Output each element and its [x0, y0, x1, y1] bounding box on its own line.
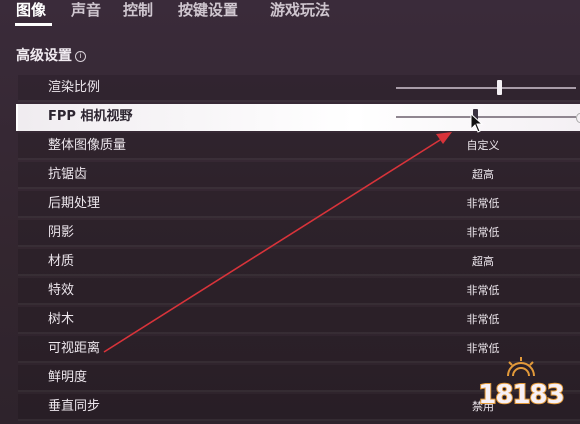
watermark-text: 18183 — [477, 379, 565, 411]
fpp-fov-slider-track[interactable] — [396, 116, 576, 118]
tab-keybinds[interactable]: 按键设置 — [178, 0, 238, 20]
tab-sound[interactable]: 声音 — [71, 0, 101, 20]
active-tab-indicator — [15, 23, 52, 26]
sun-logo-icon — [507, 357, 535, 377]
setting-label: 渲染比例 — [48, 80, 101, 95]
setting-row-textures[interactable]: 材质 超高 — [18, 249, 580, 276]
tab-graphics[interactable]: 图像 — [16, 0, 46, 20]
setting-label: 后期处理 — [48, 196, 101, 211]
setting-row-fpp-fov[interactable]: FPP 相机视野 — [16, 104, 580, 131]
tab-control[interactable]: 控制 — [123, 0, 153, 20]
setting-label: 抗锯齿 — [48, 167, 88, 182]
setting-value[interactable]: 非常低 — [448, 307, 518, 332]
setting-label: 阴影 — [48, 225, 75, 240]
slider-end-marker — [576, 113, 580, 123]
info-circle-icon[interactable]: i — [75, 51, 86, 62]
render-scale-slider-track[interactable] — [396, 87, 576, 89]
setting-value[interactable]: 自定义 — [448, 133, 518, 158]
setting-row-effects[interactable]: 特效 非常低 — [18, 278, 580, 305]
mouse-cursor-icon — [470, 113, 484, 133]
setting-label: 整体图像质量 — [48, 138, 127, 153]
section-title-text: 高级设置 — [16, 48, 72, 64]
tab-gameplay[interactable]: 游戏玩法 — [270, 0, 330, 20]
setting-row-render-scale[interactable]: 渲染比例 — [18, 75, 580, 102]
setting-value[interactable]: 超高 — [448, 249, 518, 274]
setting-row-overall-quality[interactable]: 整体图像质量 自定义 — [18, 133, 580, 160]
setting-label: 材质 — [48, 254, 75, 269]
section-title: 高级设置 i — [16, 46, 86, 66]
setting-value[interactable]: 非常低 — [448, 191, 518, 216]
setting-row-anti-aliasing[interactable]: 抗锯齿 超高 — [18, 162, 580, 189]
setting-row-foliage[interactable]: 树木 非常低 — [18, 307, 580, 334]
setting-label: 垂直同步 — [48, 399, 101, 414]
setting-value[interactable]: 超高 — [448, 162, 518, 187]
settings-tabs: 图像 声音 控制 按键设置 游戏玩法 — [0, 0, 580, 34]
site-watermark: 18183 — [476, 356, 566, 414]
setting-label: 树木 — [48, 312, 75, 327]
render-scale-slider-handle[interactable] — [496, 80, 502, 95]
setting-row-shadows[interactable]: 阴影 非常低 — [18, 220, 580, 247]
setting-row-post-processing[interactable]: 后期处理 非常低 — [18, 191, 580, 218]
setting-value[interactable]: 非常低 — [448, 220, 518, 245]
setting-label: FPP 相机视野 — [48, 109, 133, 124]
setting-value[interactable]: 非常低 — [448, 278, 518, 303]
setting-label: 鲜明度 — [48, 370, 88, 385]
setting-label: 可视距离 — [48, 341, 101, 356]
setting-label: 特效 — [48, 283, 75, 298]
